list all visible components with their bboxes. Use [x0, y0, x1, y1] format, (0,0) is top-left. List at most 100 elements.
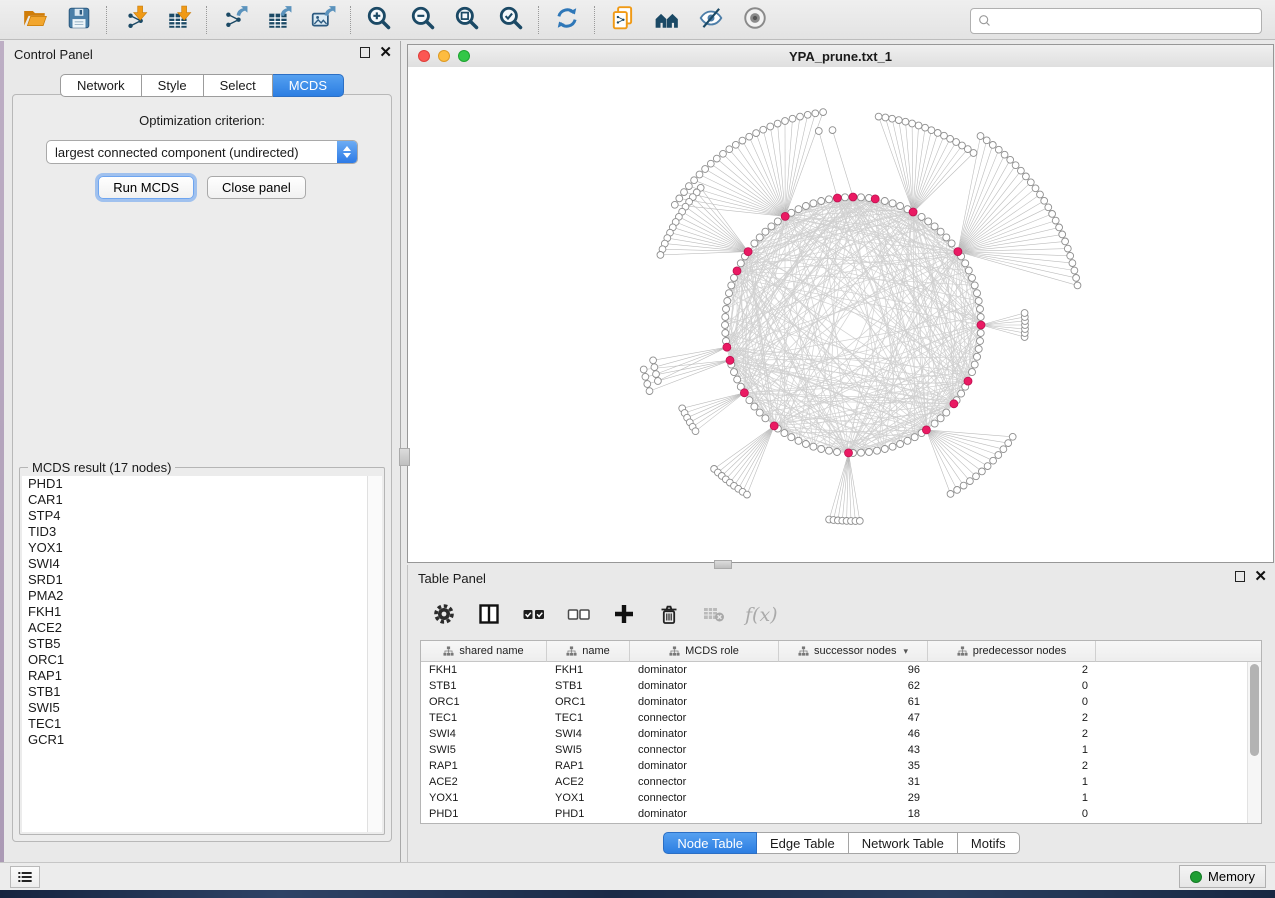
criterion-dropdown[interactable]: largest connected component (undirected): [46, 140, 358, 164]
table-row[interactable]: SWI5SWI5connector431: [421, 742, 1261, 758]
open-file-button[interactable]: [18, 4, 52, 36]
window-close-icon[interactable]: [418, 50, 430, 62]
hide-selected-button[interactable]: [694, 4, 728, 36]
table-scrollbar-thumb[interactable]: [1250, 664, 1259, 756]
tab-network-table[interactable]: Network Table: [849, 832, 958, 854]
export-table-button[interactable]: [262, 4, 296, 36]
cell-successor-nodes[interactable]: 31: [779, 774, 928, 790]
run-mcds-button[interactable]: Run MCDS: [98, 176, 194, 199]
cell-predecessor-nodes[interactable]: 0: [928, 806, 1096, 822]
apply-layout-button[interactable]: [550, 4, 584, 36]
cell-successor-nodes[interactable]: 35: [779, 758, 928, 774]
column-header-MCDS-role[interactable]: MCDS role: [630, 641, 779, 662]
export-image-button[interactable]: [306, 4, 340, 36]
cell-predecessor-nodes[interactable]: 1: [928, 790, 1096, 806]
horizontal-splitter-handle[interactable]: [714, 560, 732, 569]
cell-name[interactable]: PHD1: [547, 806, 630, 822]
show-columns-button[interactable]: [475, 601, 503, 629]
import-table-button[interactable]: [162, 4, 196, 36]
memory-button[interactable]: Memory: [1179, 865, 1266, 888]
table-row[interactable]: ORC1ORC1dominator610: [421, 694, 1261, 710]
cell-predecessor-nodes[interactable]: 0: [928, 694, 1096, 710]
table-row[interactable]: RAP1RAP1dominator352: [421, 758, 1261, 774]
search-box[interactable]: [970, 8, 1262, 34]
mcds-node-item[interactable]: YOX1: [22, 540, 367, 556]
mcds-node-item[interactable]: STB1: [22, 684, 367, 700]
search-input[interactable]: [997, 11, 1261, 31]
cell-predecessor-nodes[interactable]: 2: [928, 758, 1096, 774]
import-network-button[interactable]: [118, 4, 152, 36]
cell-name[interactable]: ORC1: [547, 694, 630, 710]
cell-shared-name[interactable]: TEC1: [421, 710, 547, 726]
clone-network-button[interactable]: [606, 4, 640, 36]
tab-mcds[interactable]: MCDS: [273, 74, 344, 97]
cell-successor-nodes[interactable]: 29: [779, 790, 928, 806]
float-panel-icon[interactable]: [360, 47, 370, 58]
table-row[interactable]: STB1STB1dominator620: [421, 678, 1261, 694]
cell-successor-nodes[interactable]: 62: [779, 678, 928, 694]
cell-successor-nodes[interactable]: 61: [779, 694, 928, 710]
cell-shared-name[interactable]: STB1: [421, 678, 547, 694]
cell-shared-name[interactable]: SWI4: [421, 726, 547, 742]
cell-MCDS-role[interactable]: connector: [630, 774, 779, 790]
close-panel-icon[interactable]: ✕: [379, 47, 392, 58]
table-scrollbar[interactable]: [1247, 662, 1261, 823]
mcds-node-item[interactable]: SWI4: [22, 556, 367, 572]
mcds-node-item[interactable]: FKH1: [22, 604, 367, 620]
cell-MCDS-role[interactable]: connector: [630, 790, 779, 806]
cell-successor-nodes[interactable]: 18: [779, 806, 928, 822]
close-panel-button[interactable]: Close panel: [207, 176, 306, 199]
table-settings-button[interactable]: [430, 601, 458, 629]
cell-name[interactable]: SWI4: [547, 726, 630, 742]
tab-node-table[interactable]: Node Table: [663, 832, 757, 854]
cell-name[interactable]: SWI5: [547, 742, 630, 758]
cell-MCDS-role[interactable]: connector: [630, 742, 779, 758]
table-row[interactable]: SWI4SWI4dominator462: [421, 726, 1261, 742]
column-header-name[interactable]: name: [547, 641, 630, 662]
cell-predecessor-nodes[interactable]: 0: [928, 678, 1096, 694]
cell-predecessor-nodes[interactable]: 1: [928, 742, 1096, 758]
cell-name[interactable]: FKH1: [547, 662, 630, 678]
mcds-node-item[interactable]: RAP1: [22, 668, 367, 684]
mcds-node-item[interactable]: PHD1: [22, 476, 367, 492]
cell-shared-name[interactable]: RAP1: [421, 758, 547, 774]
cell-successor-nodes[interactable]: 46: [779, 726, 928, 742]
table-row[interactable]: TEC1TEC1connector472: [421, 710, 1261, 726]
zoom-selected-button[interactable]: [494, 4, 528, 36]
cell-successor-nodes[interactable]: 96: [779, 662, 928, 678]
table-row[interactable]: YOX1YOX1connector291: [421, 790, 1261, 806]
cell-name[interactable]: YOX1: [547, 790, 630, 806]
cell-shared-name[interactable]: YOX1: [421, 790, 547, 806]
mcds-node-item[interactable]: SWI5: [22, 700, 367, 716]
zoom-in-button[interactable]: [362, 4, 396, 36]
zoom-out-button[interactable]: [406, 4, 440, 36]
delete-column-button[interactable]: [655, 601, 683, 629]
cell-shared-name[interactable]: ORC1: [421, 694, 547, 710]
mcds-list-scrollbar[interactable]: [367, 476, 382, 832]
network-graph[interactable]: [408, 67, 1273, 562]
cell-shared-name[interactable]: ACE2: [421, 774, 547, 790]
cell-shared-name[interactable]: PHD1: [421, 806, 547, 822]
cell-predecessor-nodes[interactable]: 2: [928, 726, 1096, 742]
cell-shared-name[interactable]: SWI5: [421, 742, 547, 758]
window-minimize-icon[interactable]: [438, 50, 450, 62]
cell-MCDS-role[interactable]: connector: [630, 710, 779, 726]
mcds-node-item[interactable]: TEC1: [22, 716, 367, 732]
vertical-splitter-handle[interactable]: [399, 448, 410, 466]
mcds-node-item[interactable]: ORC1: [22, 652, 367, 668]
first-neighbors-button[interactable]: [650, 4, 684, 36]
select-all-button[interactable]: [520, 601, 548, 629]
deselect-all-button[interactable]: [565, 601, 593, 629]
table-row[interactable]: FKH1FKH1dominator962: [421, 662, 1261, 678]
cell-MCDS-role[interactable]: dominator: [630, 726, 779, 742]
close-table-panel-icon[interactable]: ✕: [1254, 571, 1267, 582]
network-window-titlebar[interactable]: YPA_prune.txt_1: [408, 45, 1273, 68]
cell-successor-nodes[interactable]: 43: [779, 742, 928, 758]
mcds-node-item[interactable]: GCR1: [22, 732, 367, 748]
cell-name[interactable]: RAP1: [547, 758, 630, 774]
mcds-result-list[interactable]: PHD1CAR1STP4TID3YOX1SWI4SRD1PMA2FKH1ACE2…: [22, 476, 368, 832]
mcds-node-item[interactable]: CAR1: [22, 492, 367, 508]
add-column-button[interactable]: [610, 601, 638, 629]
cell-predecessor-nodes[interactable]: 2: [928, 662, 1096, 678]
column-header-successor-nodes[interactable]: successor nodes▾: [779, 641, 928, 662]
